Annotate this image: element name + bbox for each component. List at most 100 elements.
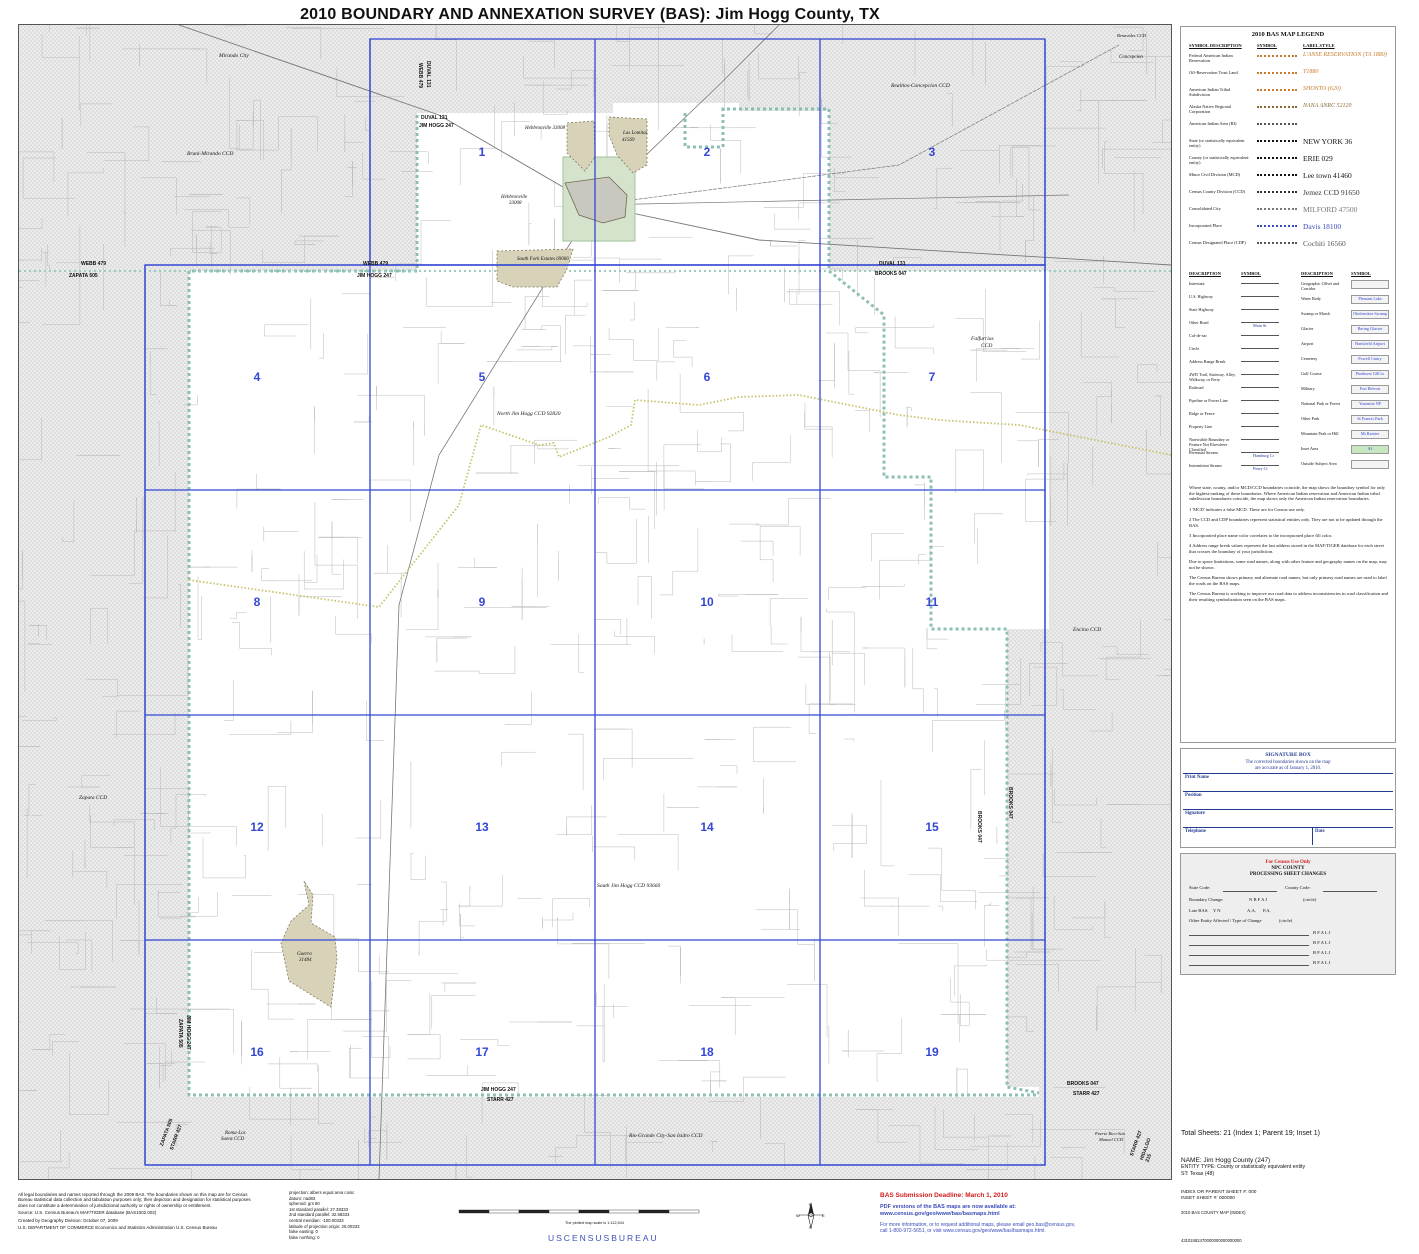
legend-col-label: LABEL STYLE — [1303, 43, 1335, 48]
entity-change-options[interactable]: B F A L J — [1313, 960, 1330, 965]
label-brooks-047-c: BROOKS 047 — [976, 811, 982, 843]
sheet-number-10[interactable]: 10 — [700, 595, 714, 609]
census-header: For Census Use Only — [1265, 860, 1311, 865]
entity-type: ENTITY TYPE: County or statistically equ… — [1181, 1164, 1306, 1171]
label-webb-479-c: WEBB 479 — [417, 63, 423, 89]
sheet-number-6[interactable]: 6 — [704, 370, 711, 384]
legend-feature-swatch: A1 — [1351, 445, 1389, 454]
state-name: ST: Texas (48) — [1181, 1170, 1215, 1177]
signature-field[interactable]: Signature — [1185, 811, 1205, 816]
legend-feature-swatch — [1351, 460, 1389, 469]
sheet-number-11[interactable]: 11 — [926, 595, 939, 609]
legend-feature-swatch: Fort Belvoir — [1351, 385, 1389, 394]
sheet-number-7[interactable]: 7 — [929, 370, 936, 384]
legend-feature-swatch: St Francis Park — [1351, 415, 1389, 424]
pdf-link[interactable]: www.census.gov/geo/www/bas/basmaps.html — [880, 1211, 1016, 1218]
svg-text:W: W — [796, 1213, 800, 1218]
label-brooks-047-b: BROOKS 047 — [1067, 1081, 1099, 1087]
legend-row-symbol — [1257, 242, 1297, 247]
entity-change-options[interactable]: B F A L J — [1313, 950, 1330, 955]
legend-row-symbol — [1257, 157, 1297, 162]
county-code-line[interactable] — [1323, 891, 1377, 892]
legend-row-symbol — [1257, 55, 1297, 60]
label-starr-427: STARR 427 — [487, 1097, 514, 1103]
legend-feature-swatch — [1351, 280, 1389, 289]
legend-note: 2 The CCD and CDP boundaries represent s… — [1189, 517, 1383, 528]
census-use-box: For Census Use Only NPC COUNTY PROCESSIN… — [1180, 853, 1396, 975]
sheet-number-15[interactable]: 15 — [925, 820, 939, 834]
late-bas-options[interactable]: Y N — [1213, 908, 1221, 913]
legend-row-desc: Incorporated Place — [1189, 223, 1223, 228]
legend-feature-symbol — [1241, 361, 1279, 362]
legend-feature-swatch: Yosemite NP — [1351, 400, 1389, 409]
boundary-change-label: Boundary Change: — [1189, 897, 1224, 902]
label-webb-479-b: WEBB 479 — [363, 261, 389, 267]
sheet-number-13[interactable]: 13 — [475, 820, 489, 834]
legend-feature-label: National Park or Forest — [1301, 401, 1341, 406]
sheet-number-4[interactable]: 4 — [254, 370, 261, 384]
sheet-number-5[interactable]: 5 — [479, 370, 486, 384]
sheet-number-16[interactable]: 16 — [250, 1045, 264, 1059]
state-code-line[interactable] — [1223, 891, 1277, 892]
print-name-field[interactable]: Print Name — [1185, 775, 1209, 780]
sheet-number-2[interactable]: 2 — [704, 145, 711, 159]
map-canvas[interactable]: 1 2 34 5 6 78 9 10 1112 13 14 1516 17 18 19 — [19, 25, 1171, 1179]
label-las-lomitas: Las Lomitas — [623, 131, 648, 136]
position-field[interactable]: Position — [1185, 793, 1202, 798]
sheet-number-3[interactable]: 3 — [929, 145, 936, 159]
label-jim-hogg-247-b: JIM HOGG 247 — [357, 273, 392, 279]
legend-feature-label: Swamp or Marsh — [1301, 311, 1330, 316]
legend-feature-label: Intermittent Stream — [1189, 463, 1222, 468]
legend-row-label: NANA ANRC 52120 — [1303, 103, 1352, 109]
signature-header: SIGNATURE BOX — [1265, 752, 1311, 758]
legend-feature-swatch: Pleasant Lake — [1351, 295, 1389, 304]
scale-segment — [668, 1209, 700, 1214]
entity-change-options[interactable]: B F A L J — [1313, 940, 1330, 945]
entity-change-line[interactable] — [1189, 945, 1309, 946]
legend-row-desc: County (or statistically equivalent enti… — [1189, 155, 1249, 165]
sheet-number-12[interactable]: 12 — [250, 820, 264, 834]
sheet-number-19[interactable]: 19 — [925, 1045, 939, 1059]
label-roma: Roma-Los — [225, 1131, 246, 1136]
other-entity-label: Other Entity Affected / Type of Change — [1189, 918, 1262, 923]
date-field[interactable]: Date — [1315, 829, 1325, 834]
sheet-number-17[interactable]: 17 — [475, 1045, 489, 1059]
telephone-field[interactable]: Telephone — [1185, 829, 1206, 834]
label-las-lomitas-code: 41569 — [622, 138, 635, 143]
boundary-change-options[interactable]: N B F A J — [1249, 897, 1267, 902]
map-frame[interactable]: 1 2 3 4 5 6 7 8 9 10 11 12 13 14 15 16 17 18 19 Mirando Ci… — [18, 24, 1172, 1180]
label-rio-grande: Rio Grande City-San Isidro CCD — [629, 1133, 703, 1139]
legend-row-desc: Federal American Indian Reservation — [1189, 53, 1233, 63]
source-note: U.S. DEPARTMENT OF COMMERCE Economics an… — [18, 1225, 218, 1231]
legend-col2-desc-right: DESCRIPTION — [1301, 271, 1333, 276]
label-south-fork: South Fork Estates 69066 — [517, 257, 569, 262]
entity-change-line[interactable] — [1189, 935, 1309, 936]
entity-change-options[interactable]: B F A L J — [1313, 930, 1330, 935]
signature-sub1: The corrected boundaries shown on the ma… — [1245, 760, 1331, 765]
entity-change-line[interactable] — [1189, 955, 1309, 956]
census-sub1: NPC COUNTY — [1271, 866, 1305, 871]
legend-col2-desc-left: DESCRIPTION — [1189, 271, 1221, 276]
legend-feature-label: Military — [1301, 386, 1315, 391]
sheet-number-8[interactable]: 8 — [254, 595, 261, 609]
svg-text:N: N — [809, 1202, 812, 1207]
signature-box: SIGNATURE BOX The corrected boundaries s… — [1180, 748, 1396, 848]
label-roma-2: Saenz CCD — [221, 1137, 245, 1142]
label-guerra-code: 31484 — [299, 958, 312, 963]
label-jim-hogg-247: JIM HOGG 247 — [419, 123, 454, 129]
sheet-number-18[interactable]: 18 — [700, 1045, 714, 1059]
aa-label: A,A, — [1247, 908, 1256, 913]
sheet-number-9[interactable]: 9 — [479, 595, 486, 609]
svg-text:S: S — [809, 1225, 812, 1230]
sheet-number-14[interactable]: 14 — [700, 820, 714, 834]
label-hebbronville-north: Hebbronville 33008 — [525, 126, 565, 131]
legend-row-symbol — [1257, 140, 1297, 145]
sheet-number-1[interactable]: 1 — [479, 145, 486, 159]
legend-row-desc: American Indian Tribal Subdivision — [1189, 87, 1231, 97]
source-notes: All legal boundaries and names reported … — [18, 1192, 258, 1230]
source-note: Source: U.S. Census Bureau's MAF/TIGER d… — [18, 1210, 157, 1216]
entity-change-line[interactable] — [1189, 965, 1309, 966]
legend-feature-symbol — [1241, 335, 1279, 336]
projection-line: false northing: 0 — [289, 1234, 320, 1240]
scale-segment — [518, 1209, 550, 1214]
